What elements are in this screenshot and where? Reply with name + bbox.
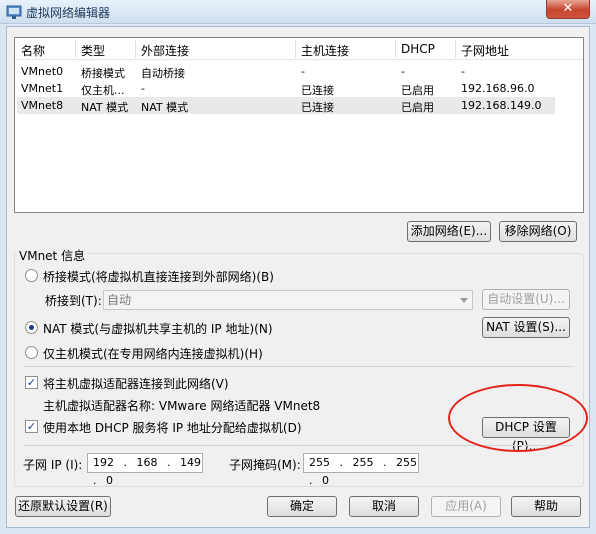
apply-button[interactable]: 应用(A) xyxy=(431,496,501,517)
cell-subnet: 192.168.149.0 xyxy=(461,99,542,112)
cell-external: 自动桥接 xyxy=(141,67,185,80)
bridged-mode-label[interactable]: 桥接模式(将虚拟机直接连接到外部网络)(B) xyxy=(43,268,274,285)
connect-adapter-label[interactable]: 将主机虚拟适配器连接到此网络(V) xyxy=(43,375,229,392)
bridged-to-value: 自动 xyxy=(107,293,132,307)
dialog-content: 名称 类型 外部连接 主机连接 DHCP 子网地址 VMnet0 桥接模式 自动… xyxy=(6,26,590,528)
cell-name: VMnet8 xyxy=(21,99,64,112)
title-bar: 虚拟网络编辑器 ✕ xyxy=(0,0,596,24)
column-separator[interactable] xyxy=(75,40,76,58)
list-header: 名称 类型 外部连接 主机连接 DHCP 子网地址 xyxy=(15,38,583,60)
cell-subnet: - xyxy=(461,65,465,78)
cell-dhcp: - xyxy=(401,65,405,78)
window-title: 虚拟网络编辑器 xyxy=(26,6,111,20)
column-separator[interactable] xyxy=(455,40,456,58)
subnet-ip-field[interactable]: 192 . 168 . 149 . 0 xyxy=(87,453,203,487)
dhcp-label[interactable]: 使用本地 DHCP 服务将 IP 地址分配给虚拟机(D) xyxy=(43,419,302,436)
chevron-down-icon xyxy=(460,298,468,303)
remove-network-button[interactable]: 移除网络(O) xyxy=(499,221,577,242)
cell-name: VMnet0 xyxy=(21,65,64,78)
add-network-button[interactable]: 添加网络(E)... xyxy=(407,221,491,242)
column-header-host[interactable]: 主机连接 xyxy=(301,42,349,59)
column-header-dhcp[interactable]: DHCP xyxy=(401,42,435,56)
column-separator[interactable] xyxy=(135,40,136,58)
host-only-radio[interactable] xyxy=(25,346,38,359)
cell-type: NAT 模式 xyxy=(81,101,129,114)
cell-external: NAT 模式 xyxy=(141,101,189,114)
bridged-to-label: 桥接到(T): xyxy=(45,294,102,308)
nat-settings-button[interactable]: NAT 设置(S)... xyxy=(482,317,570,338)
cell-subnet: 192.168.96.0 xyxy=(461,82,535,95)
restore-defaults-button[interactable]: 还原默认设置(R) xyxy=(15,496,111,517)
cell-type: 仅主机... xyxy=(81,84,125,97)
column-header-external[interactable]: 外部连接 xyxy=(141,42,189,59)
column-header-type[interactable]: 类型 xyxy=(81,42,105,59)
nat-mode-label[interactable]: NAT 模式(与虚拟机共享主机的 IP 地址)(N) xyxy=(43,320,273,337)
dhcp-checkbox[interactable]: ✓ xyxy=(25,420,38,433)
cell-host: 已连接 xyxy=(301,84,334,97)
column-separator[interactable] xyxy=(295,40,296,58)
table-row[interactable]: VMnet1 仅主机... - 已连接 已启用 192.168.96.0 xyxy=(17,80,555,97)
adapter-name-label: 主机虚拟适配器名称: VMware 网络适配器 VMnet8 xyxy=(43,399,321,413)
cell-host: - xyxy=(301,65,305,78)
network-list[interactable]: 名称 类型 外部连接 主机连接 DHCP 子网地址 VMnet0 桥接模式 自动… xyxy=(14,37,584,213)
column-separator[interactable] xyxy=(395,40,396,58)
host-only-label[interactable]: 仅主机模式(在专用网络内连接虚拟机)(H) xyxy=(43,345,263,362)
cell-dhcp: 已启用 xyxy=(401,84,434,97)
connect-adapter-checkbox[interactable]: ✓ xyxy=(25,376,38,389)
ok-button[interactable]: 确定 xyxy=(267,496,337,517)
close-button[interactable]: ✕ xyxy=(546,0,590,19)
divider xyxy=(23,445,573,446)
cell-external: - xyxy=(141,82,145,95)
column-header-subnet[interactable]: 子网地址 xyxy=(461,42,509,59)
divider xyxy=(23,366,573,367)
cell-name: VMnet1 xyxy=(21,82,64,95)
table-row[interactable]: VMnet0 桥接模式 自动桥接 - - - xyxy=(17,63,555,80)
cell-host: 已连接 xyxy=(301,101,334,114)
vmnet-info-label: VMnet 信息 xyxy=(17,247,88,264)
bridged-to-select[interactable]: 自动 xyxy=(103,290,473,310)
table-row-selected[interactable]: VMnet8 NAT 模式 NAT 模式 已连接 已启用 192.168.149… xyxy=(17,97,555,114)
help-button[interactable]: 帮助 xyxy=(511,496,581,517)
cell-type: 桥接模式 xyxy=(81,67,125,80)
auto-settings-button[interactable]: 自动设置(U)... xyxy=(482,289,570,310)
network-editor-icon xyxy=(6,5,22,19)
column-header-name[interactable]: 名称 xyxy=(21,42,45,59)
subnet-mask-label: 子网掩码(M): xyxy=(229,458,301,472)
bridged-mode-radio[interactable] xyxy=(25,269,38,282)
subnet-ip-label: 子网 IP (I): xyxy=(23,458,83,472)
dhcp-settings-button[interactable]: DHCP 设置(P)... xyxy=(482,417,570,453)
nat-mode-radio[interactable] xyxy=(25,321,38,334)
cancel-button[interactable]: 取消 xyxy=(349,496,419,517)
cell-dhcp: 已启用 xyxy=(401,101,434,114)
subnet-mask-field[interactable]: 255 . 255 . 255 . 0 xyxy=(303,453,419,487)
